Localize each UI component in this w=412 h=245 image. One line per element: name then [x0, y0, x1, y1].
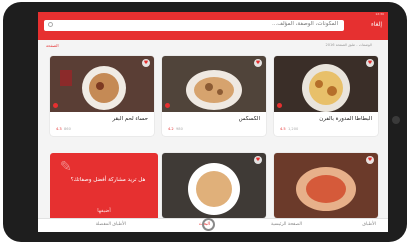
recipe-rating: 4.3 — [56, 127, 62, 131]
breadcrumb: الوصفات - طبق الصفحة 2016 الصفحة — [38, 42, 388, 52]
tab-dishes[interactable]: الأطباق — [362, 222, 376, 227]
recipe-image — [162, 153, 266, 218]
recipe-food-piece — [315, 80, 323, 88]
recipe-food — [194, 77, 234, 103]
recipe-image — [50, 56, 154, 112]
recipe-image — [162, 56, 266, 112]
recipe-title: البطاطا المدورة بالفرن — [319, 116, 372, 122]
recipe-food-piece — [96, 82, 104, 90]
recipe-card[interactable]: ♥ — [162, 153, 266, 218]
top-bar: 12:30 المكونات، الوصفة، المؤلف... إلغاء — [38, 12, 388, 40]
recipe-badge — [165, 103, 170, 108]
recipe-food — [89, 73, 119, 103]
recipe-meta: 860 — [64, 127, 71, 131]
recipe-side-dish — [60, 70, 72, 86]
breadcrumb-action[interactable]: الصفحة — [46, 43, 59, 48]
recipe-food-piece — [217, 89, 223, 95]
recipe-image — [274, 153, 378, 218]
app-screen: 12:30 المكونات، الوصفة، المؤلف... إلغاء … — [38, 12, 388, 232]
home-button[interactable] — [202, 218, 215, 231]
promo-cta-button[interactable]: أضيفها — [50, 208, 158, 214]
recipe-food — [196, 171, 232, 207]
recipe-title: الكسكس — [238, 116, 260, 122]
recipe-rating: 4.5 — [280, 127, 286, 131]
cancel-button[interactable]: إلغاء — [371, 21, 382, 28]
tip-icon: ✎ — [60, 159, 72, 175]
recipe-food-piece — [205, 83, 213, 91]
recipe-rating: 4.2 — [168, 127, 174, 131]
recipe-title: حساء لحم البقر — [112, 116, 148, 122]
promo-question: هل تريد مشاركة أفضل وصفاتك؟ — [70, 177, 146, 183]
recipe-food — [306, 175, 346, 203]
breadcrumb-path: الوصفات - طبق الصفحة 2016 — [325, 43, 372, 47]
heart-icon[interactable]: ♥ — [142, 59, 150, 67]
tablet-side-button — [392, 116, 400, 124]
recipe-badge — [277, 103, 282, 108]
status-bar: 12:30 — [38, 12, 388, 18]
recipe-card[interactable]: ♥ البطاطا المدورة بالفرن 4.5 1,200 — [274, 56, 378, 136]
search-icon — [48, 22, 53, 27]
search-input[interactable]: المكونات، الوصفة، المؤلف... — [44, 20, 344, 31]
recipe-card[interactable]: ♥ الكسكس 4.2 980 — [162, 56, 266, 136]
heart-icon[interactable]: ♥ — [254, 59, 262, 67]
recipe-badge — [53, 103, 58, 108]
recipe-meta: 1,200 — [288, 127, 299, 131]
share-recipe-promo[interactable]: ✎ هل تريد مشاركة أفضل وصفاتك؟ أضيفها — [50, 153, 158, 223]
recipe-card[interactable]: ♥ حساء لحم البقر 4.3 860 — [50, 56, 154, 136]
recipe-image — [274, 56, 378, 112]
heart-icon[interactable]: ♥ — [366, 156, 374, 164]
recipe-card[interactable]: ♥ — [274, 153, 378, 218]
search-placeholder: المكونات، الوصفة، المؤلف... — [272, 21, 338, 27]
recipe-meta: 980 — [176, 127, 183, 131]
heart-icon[interactable]: ♥ — [366, 59, 374, 67]
tab-favorites[interactable]: الأطباق المفضلة — [96, 222, 126, 227]
heart-icon[interactable]: ♥ — [254, 156, 262, 164]
tab-home[interactable]: الصفحة الرئيسية — [271, 222, 302, 227]
recipe-food-piece — [327, 86, 337, 96]
recipe-food — [309, 71, 343, 105]
status-time: 12:30 — [375, 12, 384, 16]
